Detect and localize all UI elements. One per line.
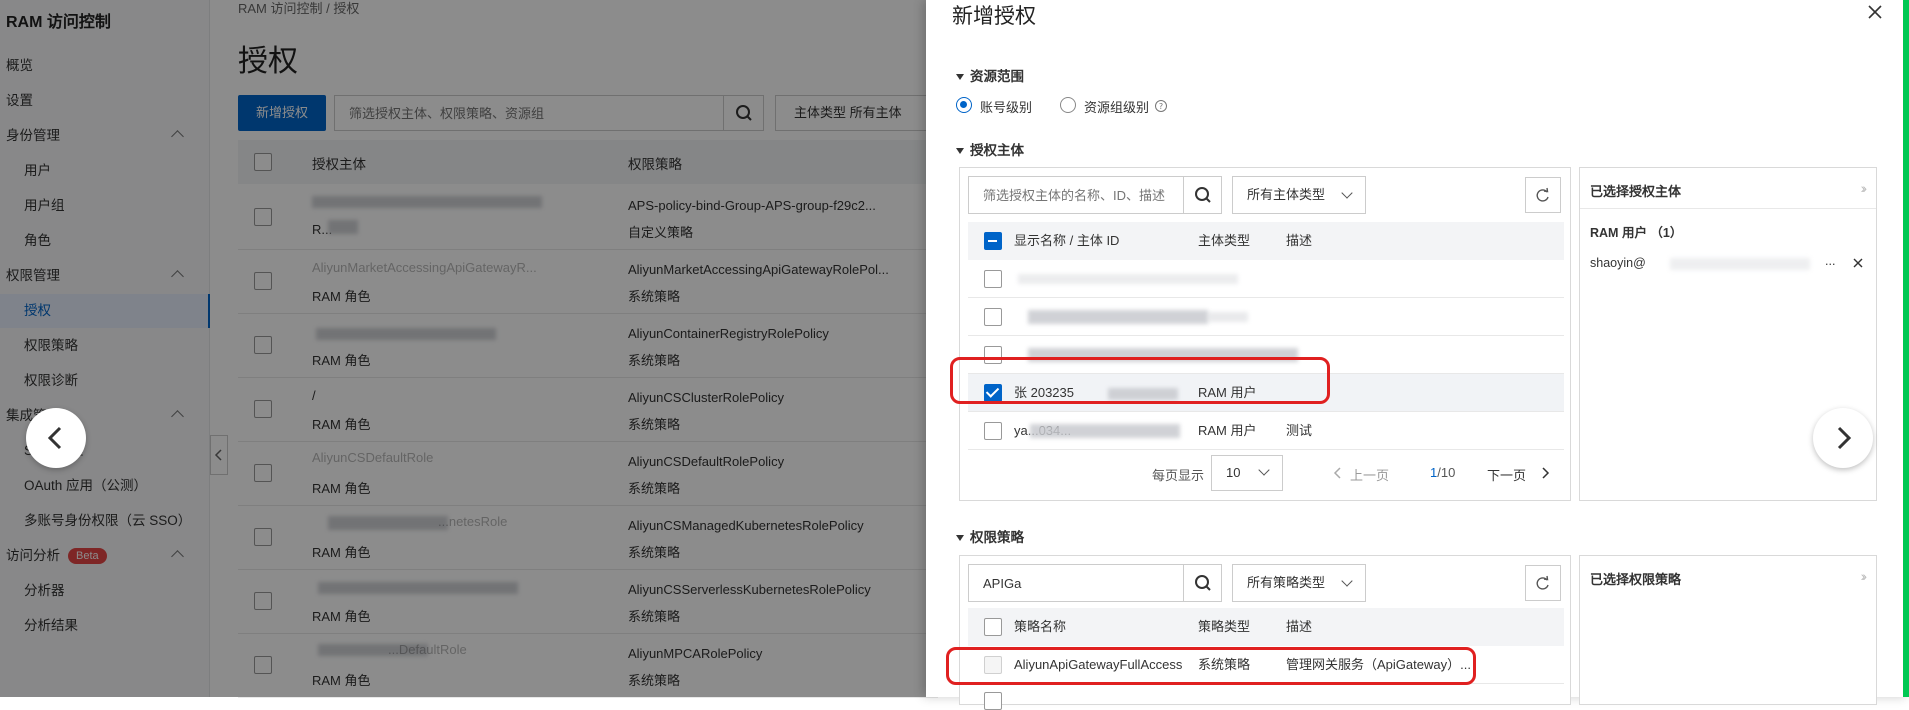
close-icon[interactable] [1866, 3, 1884, 21]
col-policy-type: 策略类型 [1198, 619, 1251, 634]
radio-resource-group-label[interactable]: 资源组级别 [1084, 97, 1149, 116]
carousel-prev-button[interactable] [26, 408, 86, 468]
chevron-down-icon [1258, 464, 1270, 476]
selected-principal-ellipsis: ... [1825, 254, 1836, 268]
row-checkbox[interactable] [984, 692, 1002, 710]
page-size-label: 每页显示 [1152, 468, 1205, 483]
refresh-icon [1536, 575, 1549, 590]
total-pages: /10 [1437, 465, 1456, 480]
section-resource-scope[interactable]: 资源范围 [956, 65, 1024, 85]
principal-row[interactable] [968, 298, 1564, 336]
svg-text:?: ? [1159, 102, 1163, 111]
radio-account-level[interactable] [956, 97, 972, 113]
principal-row[interactable]: ya...034... RAM 用户 测试 [968, 412, 1564, 450]
row-checkbox[interactable] [984, 270, 1002, 288]
refresh-icon [1536, 187, 1549, 202]
modal-overlay[interactable] [0, 0, 926, 697]
redacted-block [1030, 424, 1180, 438]
next-page-button[interactable]: 下一页 [1487, 465, 1526, 484]
section-policy[interactable]: 权限策略 [956, 526, 1024, 546]
redacted-block [1670, 258, 1810, 270]
page-size-value: 10 [1226, 465, 1241, 480]
highlight-annotation [950, 357, 1330, 404]
drawer-title: 新增授权 [952, 5, 1036, 28]
page-indicator: 1/10 [1430, 465, 1455, 480]
selected-group-label: RAM 用户 （1） [1590, 226, 1683, 240]
prev-page-button[interactable]: 上一页 [1350, 465, 1389, 484]
row-checkbox[interactable] [984, 308, 1002, 326]
radio-resource-group-level[interactable] [1060, 97, 1076, 113]
double-chevron-right-icon[interactable]: ›› [1861, 568, 1868, 584]
selected-policies-panel: 已选择权限策略 ›› [1579, 555, 1877, 705]
policy-grid-header: 策略名称 策略类型 描述 [968, 608, 1564, 646]
policy-search-input[interactable] [969, 565, 1183, 601]
refresh-button[interactable] [1525, 177, 1561, 213]
search-icon [1195, 575, 1211, 591]
principal-grid-header: 显示名称 / 主体 ID 主体类型 描述 [968, 222, 1564, 260]
scrollbar-accent [1903, 0, 1909, 697]
principal-select-all-checkbox[interactable] [984, 232, 1002, 250]
page-size-select[interactable]: 10 [1211, 455, 1283, 491]
chevron-left-icon [47, 426, 62, 450]
col-principal-type: 主体类型 [1198, 233, 1251, 248]
col-display-name: 显示名称 / 主体 ID [1014, 233, 1120, 248]
principal-row[interactable] [968, 260, 1564, 298]
col-policy-desc: 描述 [1286, 619, 1313, 634]
chevron-right-icon[interactable] [1540, 466, 1550, 480]
policy-type-select[interactable]: 所有策略类型 [1232, 564, 1366, 602]
row-checkbox[interactable] [984, 422, 1002, 440]
principal-desc: 测试 [1286, 423, 1313, 438]
selected-principal-item: shaoyin@ [1590, 256, 1646, 270]
redacted-block [1018, 274, 1238, 284]
chevron-right-icon [1837, 426, 1852, 450]
redacted-block [1028, 310, 1208, 324]
redacted-block [1208, 312, 1248, 322]
help-icon[interactable]: ? [1154, 99, 1168, 113]
selected-principals-title: 已选择授权主体 [1590, 184, 1682, 199]
double-chevron-right-icon[interactable]: ›› [1861, 180, 1868, 196]
remove-icon[interactable] [1853, 258, 1863, 268]
search-button[interactable] [1183, 177, 1221, 213]
carousel-next-button[interactable] [1813, 408, 1873, 468]
principal-type-select-value: 所有主体类型 [1247, 187, 1326, 202]
search-button[interactable] [1183, 565, 1221, 601]
radio-account-level-label[interactable]: 账号级别 [980, 97, 1032, 116]
principal-search[interactable] [968, 176, 1222, 214]
divider [1580, 208, 1876, 209]
col-policy-name: 策略名称 [1014, 619, 1067, 634]
selected-policies-title: 已选择权限策略 [1590, 572, 1682, 587]
principal-search-input[interactable] [969, 177, 1183, 213]
principal-list-panel: 所有主体类型 显示名称 / 主体 ID 主体类型 描述 张 203235 RAM… [959, 167, 1571, 501]
new-grant-drawer: 新增授权 资源范围 账号级别 资源组级别 ? 授权主体 所有主体类型 显示名称 … [926, 0, 1909, 710]
principal-type: RAM 用户 [1198, 423, 1257, 438]
chevron-left-icon [1333, 467, 1341, 479]
section-principal[interactable]: 授权主体 [956, 139, 1024, 159]
policy-type-select-value: 所有策略类型 [1247, 575, 1326, 590]
principal-type-select[interactable]: 所有主体类型 [1232, 176, 1366, 214]
chevron-down-icon [1341, 575, 1353, 587]
policy-select-all-checkbox[interactable] [984, 618, 1002, 636]
search-icon [1195, 187, 1211, 203]
policy-search[interactable] [968, 564, 1222, 602]
highlight-annotation [946, 647, 1476, 685]
chevron-down-icon [1341, 187, 1353, 199]
col-description: 描述 [1286, 233, 1313, 248]
refresh-button[interactable] [1525, 565, 1561, 601]
